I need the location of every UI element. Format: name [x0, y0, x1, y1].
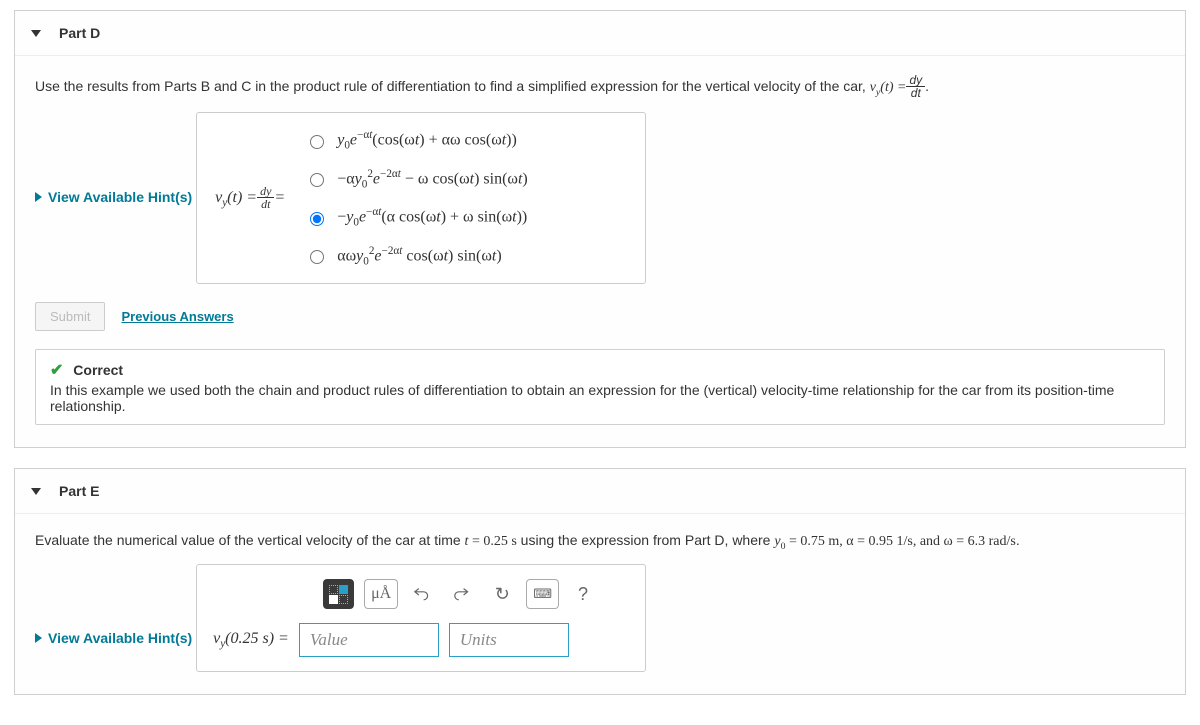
redo-icon: [454, 587, 472, 601]
pe-hints-label: View Available Hint(s): [48, 630, 192, 646]
mc-option-1[interactable]: y0e−αt(cos(ωt) + αω cos(ωt)): [305, 129, 528, 152]
opt1-label: y0e−αt(cos(ωt) + αω cos(ωt)): [337, 129, 517, 152]
part-d-header[interactable]: Part D: [15, 11, 1185, 56]
value-input[interactable]: Value: [299, 623, 439, 657]
mc-option-2[interactable]: −αy02e−2αt − ω cos(ωt) sin(ωt): [305, 168, 528, 191]
pe-t-val: t = 0.25 s: [465, 534, 517, 549]
prompt-frac: dydt: [906, 74, 925, 100]
radio-2[interactable]: [310, 173, 324, 187]
part-e-hints-toggle[interactable]: View Available Hint(s): [35, 630, 192, 646]
submit-button: Submit: [35, 302, 105, 331]
mc-option-4[interactable]: αωy02e−2αt cos(ωt) sin(ωt): [305, 245, 528, 268]
part-e-block: Part E Evaluate the numerical value of t…: [14, 468, 1186, 695]
caret-down-icon: [31, 30, 41, 37]
feedback-body: In this example we used both the chain a…: [50, 382, 1150, 414]
part-e-prompt: Evaluate the numerical value of the vert…: [35, 532, 1165, 552]
part-d-body: Use the results from Parts B and C in th…: [15, 56, 1185, 447]
part-e-input-box: μÅ ↻ ⌨ ? vy(0.25 s) = Value Units: [196, 564, 646, 672]
pe-prompt-post: .: [1016, 532, 1020, 548]
undo-icon: [414, 587, 432, 601]
caret-down-icon: [31, 488, 41, 495]
mc-option-3[interactable]: −y0e−αt(α cos(ωt) + ω sin(ωt)): [305, 206, 528, 229]
templates-icon: [329, 585, 348, 604]
input-lhs: vy(0.25 s) =: [213, 630, 289, 650]
radio-3[interactable]: [310, 212, 324, 226]
hints-label: View Available Hint(s): [48, 189, 192, 205]
part-e-body: Evaluate the numerical value of the vert…: [15, 514, 1185, 694]
mc-options: y0e−αt(cos(ωt) + αω cos(ωt)) −αy02e−2αt …: [305, 129, 528, 267]
part-d-prompt: Use the results from Parts B and C in th…: [35, 74, 1165, 100]
reset-button[interactable]: ↻: [488, 579, 516, 609]
check-icon: ✔: [50, 362, 63, 379]
part-d-button-row: Submit Previous Answers: [35, 302, 1165, 331]
pe-givens: y0 = 0.75 m, α = 0.95 1/s, and ω = 6.3 r…: [774, 534, 1016, 549]
part-e-title: Part E: [59, 483, 99, 499]
templates-button[interactable]: [323, 579, 354, 609]
opt2-label: −αy02e−2αt − ω cos(ωt) sin(ωt): [337, 168, 528, 191]
feedback-box: ✔ Correct In this example we used both t…: [35, 349, 1165, 425]
redo-button[interactable]: [448, 579, 478, 609]
opt4-label: αωy02e−2αt cos(ωt) sin(ωt): [337, 245, 501, 268]
mc-lhs: vy(t) =dydt=: [215, 185, 305, 211]
keyboard-button[interactable]: ⌨: [526, 579, 559, 609]
caret-right-icon: [35, 633, 42, 643]
part-d-block: Part D Use the results from Parts B and …: [14, 10, 1186, 448]
answer-toolbar: μÅ ↻ ⌨ ?: [323, 579, 629, 609]
prompt-text-post: .: [925, 78, 929, 94]
part-d-hints-toggle[interactable]: View Available Hint(s): [35, 189, 192, 205]
undo-button[interactable]: [408, 579, 438, 609]
pe-prompt-mid: using the expression from Part D, where: [517, 532, 775, 548]
part-e-header[interactable]: Part E: [15, 469, 1185, 514]
part-d-answer-box: vy(t) =dydt= y0e−αt(cos(ωt) + αω cos(ωt)…: [196, 112, 646, 284]
radio-1[interactable]: [310, 135, 324, 149]
radio-4[interactable]: [310, 250, 324, 264]
prompt-expr: vy(t) =: [870, 80, 907, 95]
feedback-title: Correct: [73, 362, 123, 378]
previous-answers-link[interactable]: Previous Answers: [121, 309, 233, 324]
answer-input-row: vy(0.25 s) = Value Units: [213, 623, 629, 657]
opt3-label: −y0e−αt(α cos(ωt) + ω sin(ωt)): [337, 206, 527, 229]
caret-right-icon: [35, 192, 42, 202]
prompt-text-pre: Use the results from Parts B and C in th…: [35, 78, 870, 94]
units-input[interactable]: Units: [449, 623, 569, 657]
part-d-title: Part D: [59, 25, 100, 41]
pe-prompt-pre: Evaluate the numerical value of the vert…: [35, 532, 465, 548]
units-symbols-button[interactable]: μÅ: [364, 579, 398, 609]
help-button[interactable]: ?: [569, 579, 597, 609]
